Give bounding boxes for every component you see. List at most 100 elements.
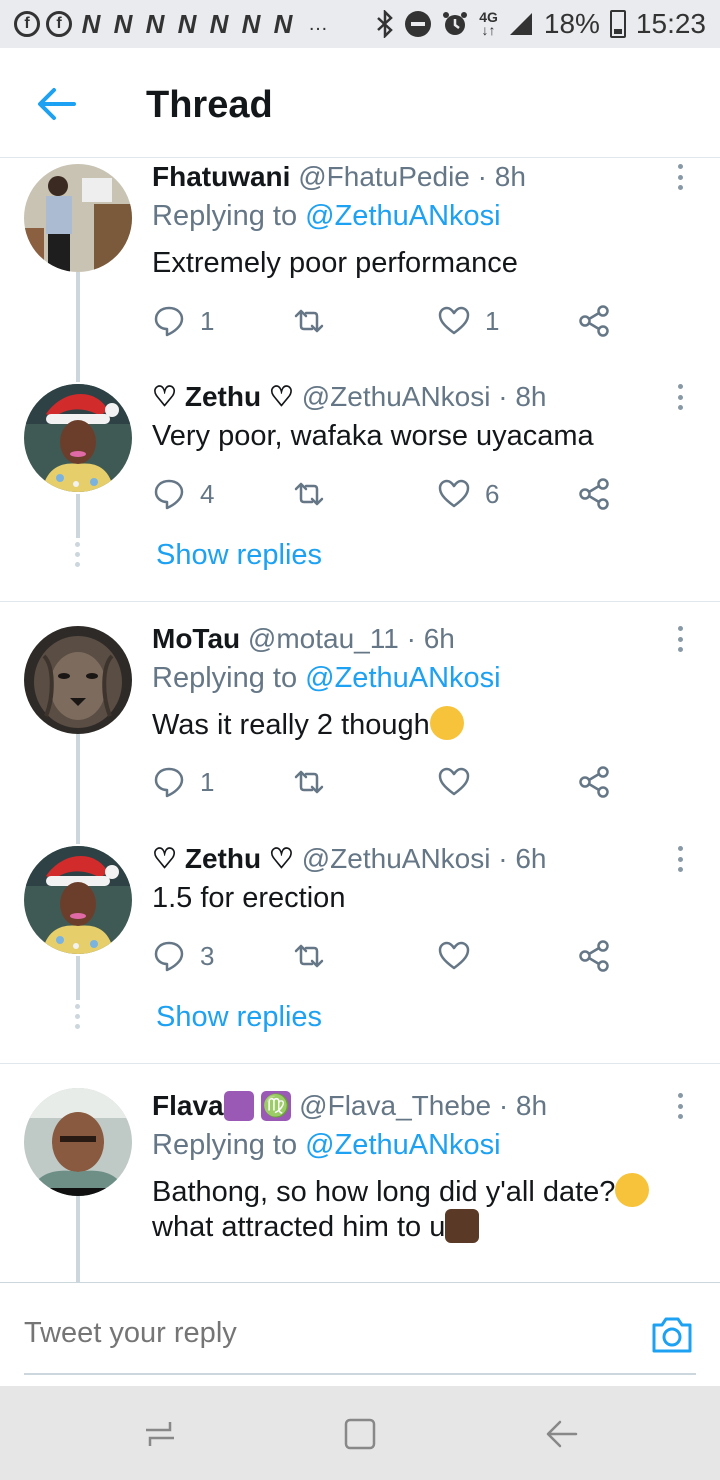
tweet-text: Bathong, so how long did y'all date? wha…	[152, 1173, 650, 1246]
like-count: 1	[485, 305, 500, 336]
replying-to: Replying to @ZethuANkosi	[152, 1129, 501, 1162]
share-button[interactable]	[577, 762, 611, 802]
tweet-text-line: Bathong, so how long did y'all date?	[152, 1176, 616, 1208]
user-handle[interactable]: @Flava_Thebe	[299, 1090, 491, 1121]
home-icon[interactable]	[340, 1414, 380, 1454]
replying-to-label: Replying to	[152, 1129, 306, 1161]
mention-link[interactable]: @ZethuANkosi	[305, 662, 500, 694]
thread-line	[76, 494, 80, 538]
reply-icon	[154, 306, 184, 337]
reply-button[interactable]: 1	[152, 762, 214, 802]
app-header: Thread	[0, 48, 720, 158]
share-icon	[579, 478, 609, 510]
replying-to: Replying to @ZethuANkosi	[152, 200, 501, 233]
input-underline	[24, 1373, 696, 1375]
camera-icon[interactable]	[650, 1315, 694, 1355]
avatar[interactable]	[24, 846, 132, 954]
more-options-icon[interactable]	[670, 842, 690, 876]
yin-yang-emoji	[223, 1090, 254, 1121]
reply-input[interactable]	[24, 1317, 584, 1350]
more-options-icon[interactable]	[670, 160, 690, 194]
share-icon	[579, 766, 609, 798]
notification-n-icon: N	[113, 9, 133, 39]
reply-icon	[154, 479, 184, 510]
signal-icon	[509, 13, 532, 35]
reply-count: 1	[200, 766, 215, 797]
divider	[0, 1063, 720, 1064]
heart-icon	[438, 767, 470, 796]
reply-button[interactable]: 1	[152, 301, 214, 341]
like-button[interactable]: 1	[437, 301, 499, 341]
like-button[interactable]: 6	[437, 474, 499, 514]
display-name[interactable]: MoTau	[152, 623, 240, 654]
thread-line	[76, 956, 80, 1000]
thread-line	[76, 272, 80, 382]
reply-icon	[154, 767, 184, 798]
reply-composer	[0, 1282, 720, 1386]
retweet-icon	[294, 482, 324, 506]
retweet-button[interactable]	[292, 936, 340, 976]
more-options-icon[interactable]	[670, 380, 690, 414]
thread-dots	[75, 1004, 81, 1034]
notification-n-icon: N	[273, 9, 293, 39]
tweet-text: Extremely poor performance	[152, 247, 518, 279]
share-button[interactable]	[577, 301, 611, 341]
avatar[interactable]	[24, 626, 132, 734]
share-icon	[579, 305, 609, 337]
show-replies-link[interactable]: Show replies	[156, 539, 322, 572]
tweet-text: 1.5 for erection	[152, 882, 346, 914]
reply-button[interactable]: 4	[152, 474, 214, 514]
more-options-icon[interactable]	[670, 622, 690, 656]
tweet-time: · 6h	[406, 623, 455, 654]
retweet-button[interactable]	[292, 474, 340, 514]
user-handle[interactable]: @ZethuANkosi	[302, 843, 491, 874]
more-options-icon[interactable]	[670, 1089, 690, 1123]
retweet-button[interactable]	[292, 301, 340, 341]
tweet-time: · 8h	[498, 381, 547, 412]
battery-percent: 18%	[543, 8, 600, 39]
reply-button[interactable]: 3	[152, 936, 214, 976]
back-arrow-icon[interactable]	[34, 84, 78, 124]
reply-count: 1	[200, 305, 215, 336]
clock: 15:23	[635, 8, 706, 39]
tweet-header: Fhatuwani @FhatuPedie · 8h	[152, 160, 526, 194]
display-name[interactable]: Fhatuwani	[152, 161, 290, 192]
tweet-actions: 1 1	[152, 301, 622, 341]
like-button[interactable]	[437, 936, 485, 976]
system-nav-bar	[0, 1386, 720, 1480]
tweet-text-content: Was it really 2 though	[152, 709, 430, 741]
share-button[interactable]	[577, 936, 611, 976]
display-name[interactable]: ♡ Zethu ♡	[152, 381, 294, 412]
network-type: 4G ↓↑	[479, 9, 498, 38]
facebook-notification-icon: f	[46, 11, 72, 37]
user-handle[interactable]: @ZethuANkosi	[302, 381, 491, 412]
display-name[interactable]: Flava	[152, 1090, 224, 1121]
mention-link[interactable]: @ZethuANkosi	[305, 200, 500, 232]
notification-n-icon: N	[241, 9, 261, 39]
crying-face-emoji	[615, 1173, 650, 1208]
alarm-icon	[443, 12, 468, 35]
avatar[interactable]	[24, 384, 132, 492]
notification-n-icon: N	[177, 9, 197, 39]
like-button[interactable]	[437, 762, 485, 802]
user-handle[interactable]: @motau_11	[248, 623, 399, 654]
avatar[interactable]	[24, 164, 132, 272]
avatar[interactable]	[24, 1088, 132, 1196]
mention-link[interactable]: @ZethuANkosi	[305, 1129, 500, 1161]
show-replies-link[interactable]: Show replies	[156, 1001, 322, 1034]
notification-n-icon: N	[81, 9, 101, 39]
retweet-icon	[294, 770, 324, 794]
recent-apps-icon[interactable]	[140, 1414, 180, 1454]
display-name[interactable]: ♡ Zethu ♡	[152, 843, 294, 874]
replying-to-label: Replying to	[152, 200, 306, 232]
thinking-face-emoji	[429, 706, 464, 741]
retweet-icon	[294, 944, 324, 968]
retweet-button[interactable]	[292, 762, 340, 802]
tweet-actions: 3	[152, 936, 622, 976]
thread-dots	[75, 542, 81, 572]
tweet-header: ♡ Zethu ♡ @ZethuANkosi · 6h	[152, 842, 547, 876]
back-nav-icon[interactable]	[542, 1414, 582, 1454]
user-handle[interactable]: @FhatuPedie	[298, 161, 470, 192]
reply-count: 4	[200, 478, 215, 509]
share-button[interactable]	[577, 474, 611, 514]
